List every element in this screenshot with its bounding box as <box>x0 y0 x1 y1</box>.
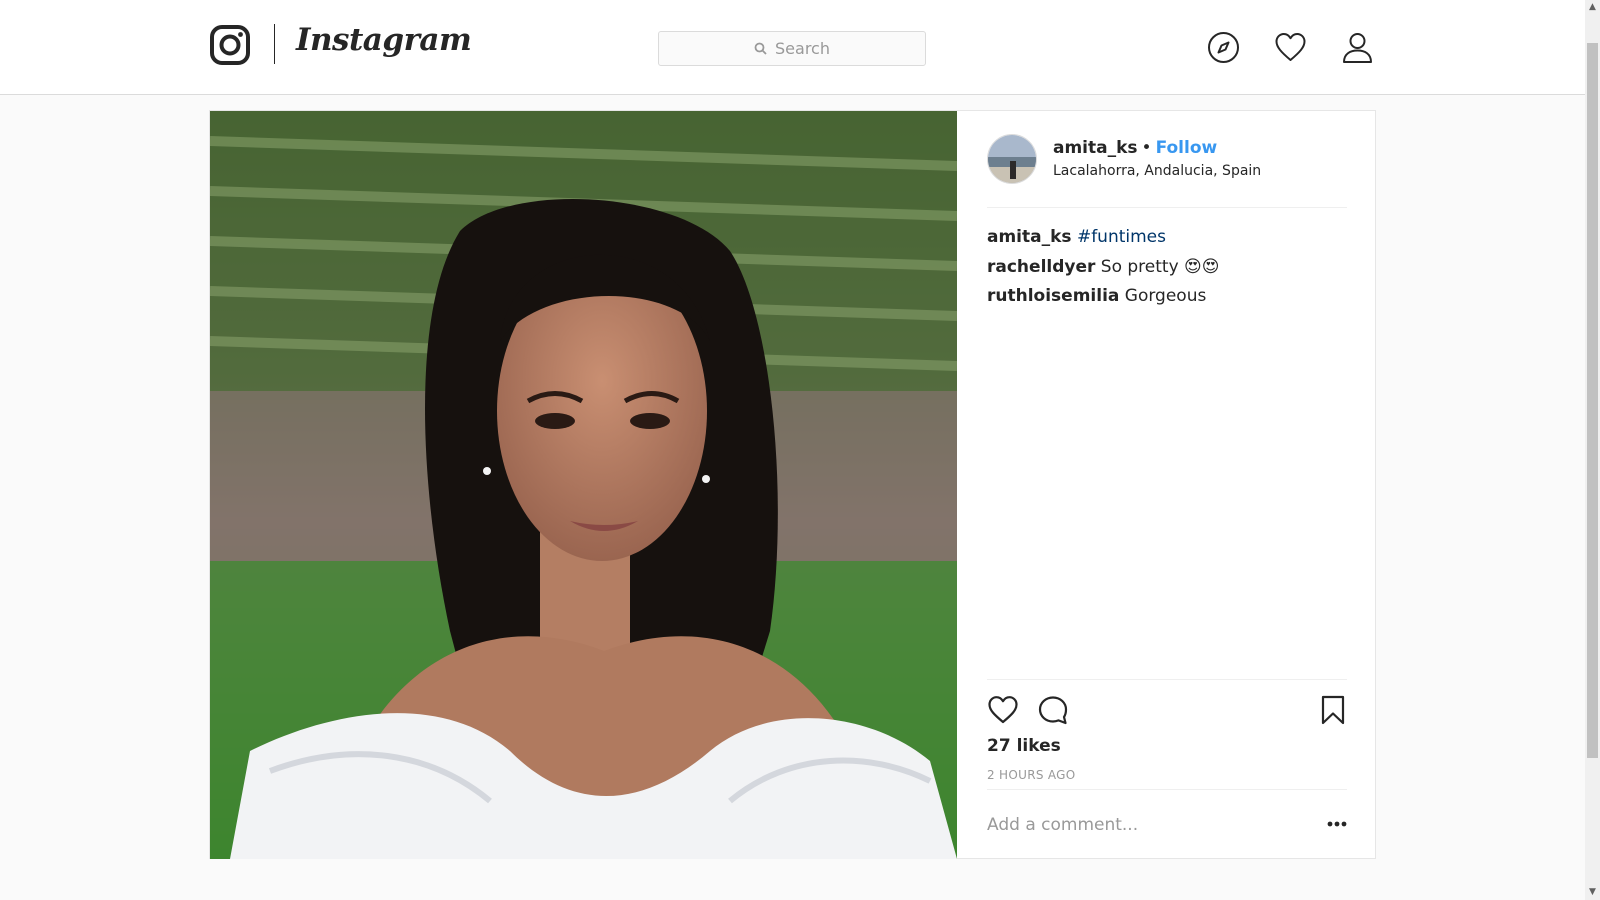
scroll-down-arrow-icon[interactable]: ▼ <box>1588 888 1597 897</box>
person-icon[interactable] <box>1341 31 1374 64</box>
post-author-header: amita_ks • Follow Lacalahorra, Andalucia, … <box>987 134 1347 208</box>
search-icon <box>754 42 767 55</box>
post-timestamp: 2 HOURS AGO <box>987 768 1076 782</box>
logo-divider <box>274 24 275 64</box>
search-box[interactable]: Search <box>658 31 926 66</box>
add-comment-bar <box>987 789 1347 859</box>
separator-dot: • <box>1141 138 1152 158</box>
comment-bubble-icon[interactable] <box>1037 694 1069 726</box>
post-sidebar: amita_ks • Follow Lacalahorra, Andalucia, … <box>957 111 1376 859</box>
list-item: ruthloisemilia Gorgeous <box>987 282 1347 312</box>
author-line: amita_ks • Follow <box>1053 138 1217 158</box>
compass-icon[interactable] <box>1207 31 1240 64</box>
post-location[interactable]: Lacalahorra, Andalucia, Spain <box>1053 163 1261 179</box>
like-heart-icon[interactable] <box>987 694 1019 726</box>
comment-text: Gorgeous <box>1124 286 1207 306</box>
instagram-glyph-icon[interactable] <box>210 25 250 65</box>
more-options-icon[interactable] <box>1327 820 1347 828</box>
post-card: amita_ks • Follow Lacalahorra, Andalucia, … <box>209 110 1376 859</box>
hashtag-link[interactable]: #funtimes <box>1077 227 1166 247</box>
comments-list: amita_ks #funtimes rachelldyer So pretty… <box>987 223 1347 312</box>
add-comment-input[interactable] <box>987 815 1297 835</box>
top-navigation-bar: Instagram Search <box>0 0 1585 95</box>
portrait-photo <box>210 111 957 859</box>
comment-text: So pretty 😍😍 <box>1100 256 1220 277</box>
bookmark-icon[interactable] <box>1317 694 1349 726</box>
page-scrollbar[interactable]: ▲ ▼ <box>1585 0 1600 900</box>
post-photo[interactable] <box>210 111 957 859</box>
follow-button[interactable]: Follow <box>1156 138 1218 158</box>
comment-username[interactable]: rachelldyer <box>987 257 1095 277</box>
author-username[interactable]: amita_ks <box>1053 138 1138 158</box>
scrollbar-thumb[interactable] <box>1587 43 1598 758</box>
comment-username[interactable]: ruthloisemilia <box>987 286 1119 306</box>
avatar[interactable] <box>987 134 1037 184</box>
instagram-wordmark[interactable]: Instagram <box>296 22 472 58</box>
post-actions: 27 likes 2 HOURS AGO <box>987 679 1347 789</box>
likes-count[interactable]: 27 likes <box>987 736 1061 756</box>
caption: amita_ks #funtimes <box>987 223 1347 253</box>
scroll-up-arrow-icon[interactable]: ▲ <box>1588 3 1597 12</box>
caption-username[interactable]: amita_ks <box>987 227 1072 247</box>
heart-icon[interactable] <box>1274 31 1307 64</box>
search-placeholder: Search <box>775 39 830 58</box>
avatar-image <box>988 135 1036 183</box>
list-item: rachelldyer So pretty 😍😍 <box>987 253 1347 283</box>
